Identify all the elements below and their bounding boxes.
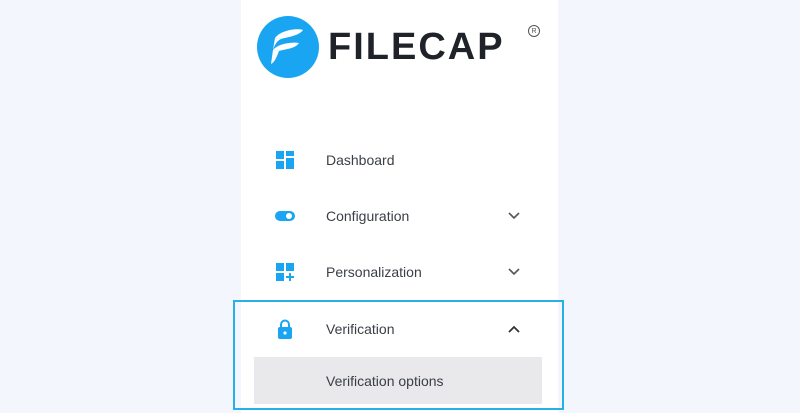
add-widget-icon: [274, 261, 296, 283]
registered-mark: R: [528, 25, 540, 37]
logo-mark-icon: [257, 16, 319, 78]
sidebar-item-label: Verification: [326, 321, 395, 337]
brand-name: FILECAP: [328, 26, 505, 68]
lock-icon: [274, 318, 296, 340]
chevron-down-icon[interactable]: [507, 265, 521, 279]
sidebar-item-label: Personalization: [326, 264, 422, 280]
chevron-down-icon[interactable]: [507, 209, 521, 223]
dashboard-icon: [274, 149, 296, 171]
filecap-logo[interactable]: FILECAP: [257, 16, 505, 78]
sidebar-item-label: Dashboard: [326, 152, 395, 168]
sidebar-item-label: Configuration: [326, 208, 410, 224]
sidebar-subitem-verification-options[interactable]: Verification options: [254, 357, 542, 404]
sidebar-item-personalization[interactable]: Personalization: [241, 244, 558, 300]
sidebar-item-configuration[interactable]: Configuration: [241, 188, 558, 244]
sidebar-item-dashboard[interactable]: Dashboard: [241, 132, 558, 188]
toggle-icon: [274, 205, 296, 227]
sidebar-subitem-label: Verification options: [326, 372, 444, 389]
chevron-up-icon[interactable]: [507, 322, 521, 336]
sidebar-item-verification[interactable]: Verification: [241, 301, 558, 357]
